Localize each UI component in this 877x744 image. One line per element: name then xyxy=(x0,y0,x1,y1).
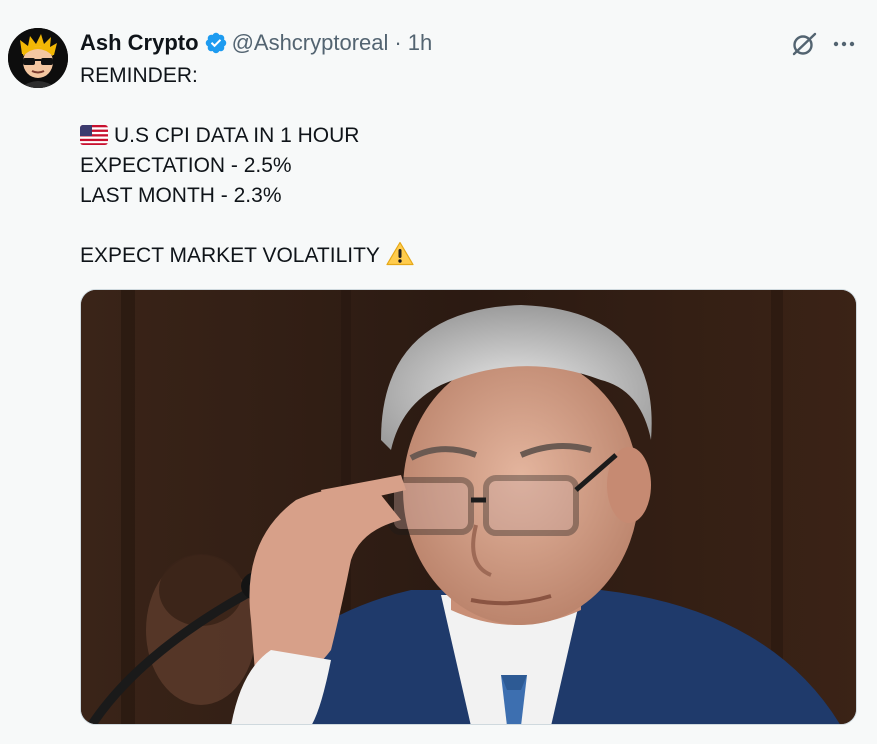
tweet-text-line: REMINDER: xyxy=(80,64,198,87)
tweet-header: Ash Crypto @Ashcryptoreal · 1h xyxy=(80,30,432,56)
us-flag-icon xyxy=(80,125,108,145)
cartoon-avatar-icon xyxy=(8,28,68,88)
grok-icon[interactable] xyxy=(790,30,818,58)
warning-icon xyxy=(386,241,414,266)
display-name[interactable]: Ash Crypto xyxy=(80,30,199,56)
tweet-text-line-volatility: EXPECT MARKET VOLATILITY xyxy=(80,241,414,271)
tweet-text-volatility: EXPECT MARKET VOLATILITY xyxy=(80,244,380,267)
separator-dot: · xyxy=(394,30,402,55)
tweet-media-photo[interactable] xyxy=(80,289,857,725)
avatar[interactable] xyxy=(8,28,68,88)
tweet: Ash Crypto @Ashcryptoreal · 1h REMINDER: xyxy=(0,0,877,744)
tweet-text-line: EXPECTATION - 2.5% xyxy=(80,154,292,177)
tweet-text-line-cpi: U.S CPI DATA IN 1 HOUR xyxy=(80,121,359,151)
tweet-text-cpi: U.S CPI DATA IN 1 HOUR xyxy=(114,124,360,147)
more-icon[interactable] xyxy=(830,30,858,58)
handle[interactable]: @Ashcryptoreal xyxy=(232,30,389,56)
timestamp[interactable]: 1h xyxy=(408,30,432,56)
verified-badge-icon[interactable] xyxy=(204,31,228,55)
tweet-text-line: LAST MONTH - 2.3% xyxy=(80,184,282,207)
